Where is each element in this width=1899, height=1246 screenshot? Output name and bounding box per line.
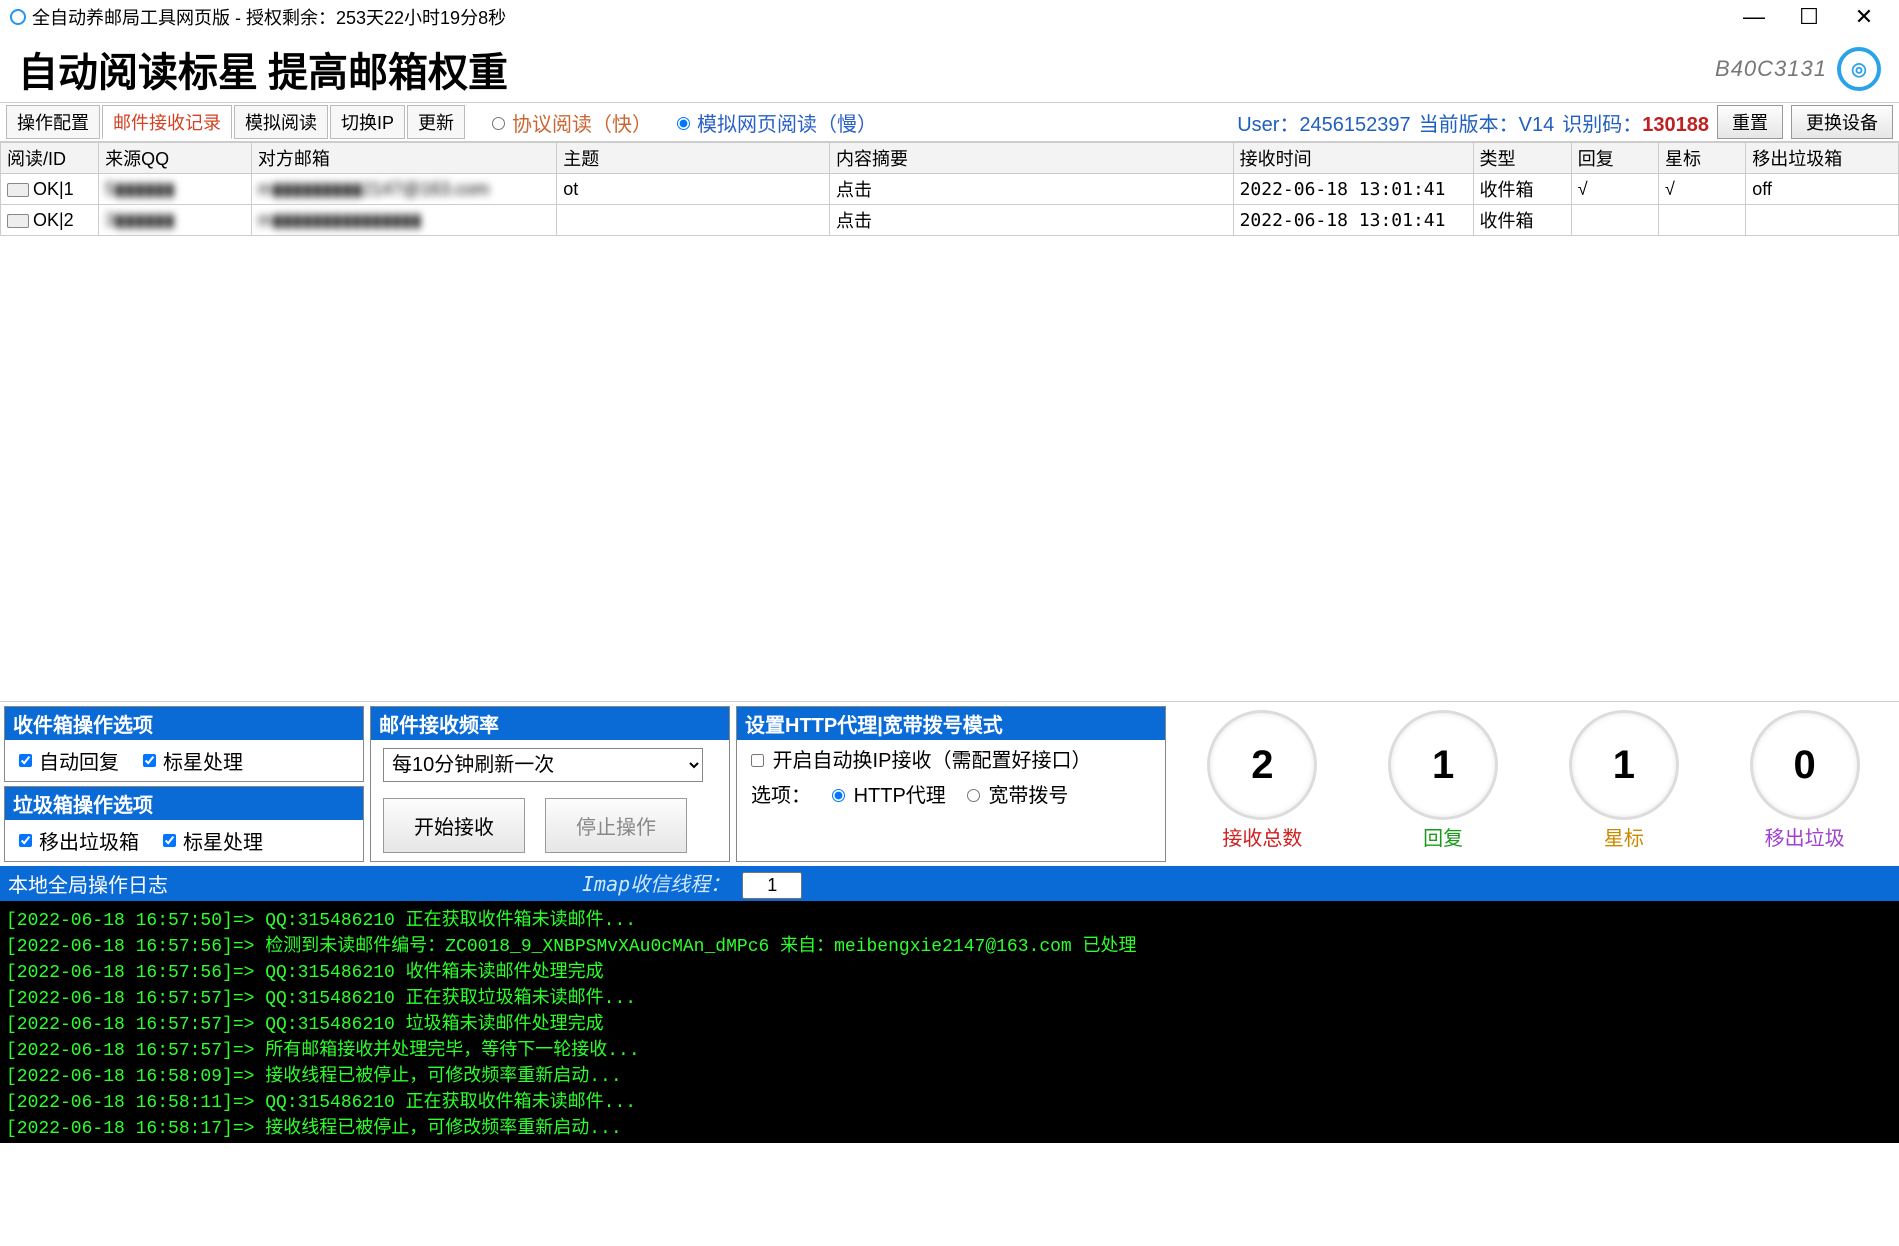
machine-code: B40C3131 bbox=[1715, 56, 1827, 82]
col-header[interactable]: 内容摘要 bbox=[829, 143, 1233, 174]
table-row[interactable]: OK|15▮▮▮▮▮▮m▮▮▮▮▮▮▮▮▮2147@163.comot点击 20… bbox=[1, 174, 1899, 205]
logo-icon: ◎ bbox=[1837, 47, 1881, 91]
col-header[interactable]: 对方邮箱 bbox=[251, 143, 556, 174]
col-header[interactable]: 类型 bbox=[1473, 143, 1571, 174]
mail-table: 阅读/ID来源QQ对方邮箱主题内容摘要接收时间类型回复星标移出垃圾箱 OK|15… bbox=[0, 142, 1899, 236]
col-header[interactable]: 阅读/ID bbox=[1, 143, 99, 174]
trash-options-panel: 垃圾箱操作选项 移出垃圾箱 标星处理 bbox=[4, 786, 364, 862]
col-header[interactable]: 移出垃圾箱 bbox=[1746, 143, 1899, 174]
proxy-http-radio[interactable]: HTTP代理 bbox=[827, 779, 946, 808]
col-header[interactable]: 主题 bbox=[557, 143, 830, 174]
move-out-trash-checkbox[interactable]: 移出垃圾箱 bbox=[15, 826, 139, 855]
gauge-purple: 0移出垃圾 bbox=[1750, 710, 1860, 858]
tab-4[interactable]: 更新 bbox=[407, 105, 465, 139]
tab-2[interactable]: 模拟阅读 bbox=[234, 105, 328, 139]
log-console: [2022-06-18 16:57:50]=> QQ:315486210 正在获… bbox=[0, 901, 1899, 1143]
frequency-select[interactable]: 每10分钟刷新一次 bbox=[383, 748, 703, 782]
col-header[interactable]: 来源QQ bbox=[99, 143, 252, 174]
maximize-button[interactable]: ☐ bbox=[1784, 4, 1834, 30]
frequency-panel: 邮件接收频率 每10分钟刷新一次 开始接收 停止操作 bbox=[370, 706, 730, 862]
read-mode-fast[interactable]: 协议阅读（快） bbox=[487, 108, 652, 137]
auto-reply-checkbox[interactable]: 自动回复 bbox=[15, 746, 119, 775]
title-bar: 全自动养邮局工具网页版 - 授权剩余：253天22小时19分8秒 — ☐ ✕ bbox=[0, 0, 1899, 34]
read-mode-slow[interactable]: 模拟网页阅读（慢） bbox=[672, 108, 877, 137]
proxy-dial-radio[interactable]: 宽带拨号 bbox=[962, 779, 1069, 808]
tab-bar: 操作配置邮件接收记录模拟阅读切换IP更新 协议阅读（快） 模拟网页阅读（慢） U… bbox=[0, 102, 1899, 142]
tab-3[interactable]: 切换IP bbox=[330, 105, 405, 139]
star-trash-checkbox[interactable]: 标星处理 bbox=[159, 826, 263, 855]
window-title: 全自动养邮局工具网页版 - 授权剩余：253天22小时19分8秒 bbox=[32, 4, 506, 30]
auto-ip-checkbox[interactable]: 开启自动换IP接收（需配置好接口） bbox=[747, 750, 1091, 772]
table-row[interactable]: OK|23▮▮▮▮▮▮m▮▮▮▮▮▮▮▮▮▮▮▮▮▮▮点击 2022-06-18… bbox=[1, 205, 1899, 236]
tab-1[interactable]: 邮件接收记录 bbox=[102, 105, 232, 139]
start-receive-button[interactable]: 开始接收 bbox=[383, 798, 525, 853]
minimize-button[interactable]: — bbox=[1729, 4, 1779, 30]
stop-button[interactable]: 停止操作 bbox=[545, 798, 687, 853]
col-header[interactable]: 星标 bbox=[1658, 143, 1745, 174]
banner-title: 自动阅读标星 提高邮箱权重 bbox=[18, 40, 508, 98]
gauge-green: 1回复 bbox=[1388, 710, 1498, 858]
mail-icon bbox=[7, 214, 29, 228]
inbox-options-panel: 收件箱操作选项 自动回复 标星处理 bbox=[4, 706, 364, 782]
proxy-panel: 设置HTTP代理|宽带拨号模式 开启自动换IP接收（需配置好接口） 选项： HT… bbox=[736, 706, 1166, 862]
log-header: 本地全局操作日志 Imap收信线程： bbox=[0, 866, 1899, 901]
banner: 自动阅读标星 提高邮箱权重 B40C3131 ◎ bbox=[0, 34, 1899, 102]
reset-button[interactable]: 重置 bbox=[1717, 105, 1783, 139]
app-icon bbox=[10, 9, 26, 25]
gauge-red: 2接收总数 bbox=[1207, 710, 1317, 858]
col-header[interactable]: 回复 bbox=[1571, 143, 1658, 174]
swap-device-button[interactable]: 更换设备 bbox=[1791, 105, 1893, 139]
gauge-tan: 1星标 bbox=[1569, 710, 1679, 858]
mail-icon bbox=[7, 183, 29, 197]
col-header[interactable]: 接收时间 bbox=[1233, 143, 1473, 174]
close-button[interactable]: ✕ bbox=[1839, 4, 1889, 30]
star-inbox-checkbox[interactable]: 标星处理 bbox=[139, 746, 243, 775]
tab-0[interactable]: 操作配置 bbox=[6, 105, 100, 139]
imap-thread-input[interactable] bbox=[742, 872, 802, 899]
stats-gauges: 2接收总数 1回复 1星标 0移出垃圾 bbox=[1172, 706, 1895, 862]
